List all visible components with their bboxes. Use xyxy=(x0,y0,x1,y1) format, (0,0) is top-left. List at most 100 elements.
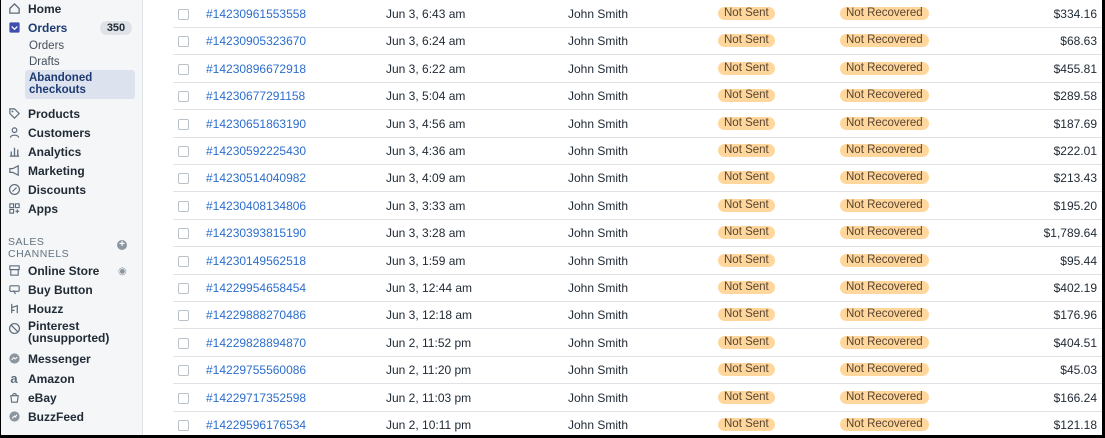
nav-orders[interactable]: Orders xyxy=(6,19,67,36)
row-checkbox[interactable] xyxy=(178,9,189,20)
recovery-status-badge: Not Recovered xyxy=(840,7,929,20)
email-status-badge: Not Sent xyxy=(718,61,775,75)
row-checkbox[interactable] xyxy=(178,146,189,157)
checkout-total: $121.18 xyxy=(1053,418,1097,432)
recovery-status-badge: Not Recovered xyxy=(840,335,929,349)
checkout-id-link[interactable]: #14230393815190 xyxy=(206,226,306,240)
table-row[interactable]: #14229888270486 Jun 3, 12:18 am John Smith… xyxy=(173,301,1102,330)
customer-name: John Smith xyxy=(568,171,629,186)
recovery-status-badge: Not Recovered xyxy=(840,198,929,212)
channel-ebay[interactable]: eBay xyxy=(6,389,57,406)
channel-buy-button[interactable]: Buy Button xyxy=(6,281,93,298)
checkout-total: $195.20 xyxy=(1053,198,1097,213)
customer-name: John Smith xyxy=(568,61,629,76)
table-row[interactable]: #14229755560086 Jun 2, 11:20 pm John Smith… xyxy=(173,356,1102,385)
channel-label: eBay xyxy=(28,390,57,405)
checkout-id-link[interactable]: #14230592225430 xyxy=(206,144,306,158)
row-checkbox[interactable] xyxy=(178,420,189,431)
checkout-id-link[interactable]: #14230677291158 xyxy=(206,89,305,103)
row-checkbox[interactable] xyxy=(178,118,189,130)
checkout-id-link[interactable]: #14230408134806 xyxy=(206,199,306,213)
checkout-id-link[interactable]: #14230905323670 xyxy=(206,34,306,48)
nav-discounts-label: Discounts xyxy=(28,182,87,197)
table-row[interactable]: #14230592225430 Jun 3, 4:36 am John Smith N… xyxy=(173,137,1102,165)
row-checkbox[interactable] xyxy=(178,283,189,294)
nav-apps[interactable]: Apps xyxy=(6,200,58,217)
nav-customers[interactable]: Customers xyxy=(6,124,91,141)
checkout-id-link[interactable]: #14230651863190 xyxy=(206,117,306,131)
messenger-icon xyxy=(6,351,22,367)
table-row[interactable]: #14230961553558 Jun 3, 6:43 am John Smith N… xyxy=(173,0,1102,28)
email-status-badge: Not Sent xyxy=(718,281,775,294)
checkout-id-link[interactable]: #14229596176534 xyxy=(206,418,306,432)
table-row[interactable]: #14229828894870 Jun 2, 11:52 pm John Smith… xyxy=(173,329,1102,357)
table-row[interactable]: #14230393815190 Jun 3, 3:28 am John Smith N… xyxy=(173,219,1102,248)
row-checkbox[interactable] xyxy=(178,337,189,349)
table-row[interactable]: #14230651863190 Jun 3, 4:56 am John Smith N… xyxy=(173,110,1102,138)
customer-name: John Smith xyxy=(568,335,629,350)
email-status-badge: Not Sent xyxy=(718,34,775,48)
nav-home[interactable]: Home xyxy=(6,0,61,17)
email-status-badge: Not Sent xyxy=(718,116,775,130)
row-checkbox[interactable] xyxy=(178,200,189,212)
checkout-date: Jun 3, 4:56 am xyxy=(386,116,466,131)
recovery-status-badge: Not Recovered xyxy=(840,116,929,130)
customer-name: John Smith xyxy=(568,34,629,49)
checkout-date: Jun 3, 12:44 am xyxy=(386,281,473,295)
row-checkbox[interactable] xyxy=(178,255,189,267)
row-checkbox[interactable] xyxy=(178,228,189,240)
eye-icon[interactable]: ◉ xyxy=(118,266,127,277)
checkout-id-link[interactable]: #14230149562518 xyxy=(206,254,306,268)
checkout-id-link[interactable]: #14230514040982 xyxy=(206,171,306,185)
channel-houzz[interactable]: Houzz xyxy=(6,300,63,317)
checkout-id-link[interactable]: #14229888270486 xyxy=(206,308,306,322)
checkout-total: $95.44 xyxy=(1060,253,1097,268)
subnav-orders[interactable]: Orders xyxy=(29,40,64,52)
table-row[interactable]: #14230896672918 Jun 3, 6:22 am John Smith N… xyxy=(173,55,1102,83)
table-row[interactable]: #14229717352598 Jun 2, 11:03 pm John Smith… xyxy=(173,384,1102,412)
checkout-id-link[interactable]: #14230896672918 xyxy=(206,62,306,76)
buy-button-icon xyxy=(6,282,22,298)
nav-analytics[interactable]: Analytics xyxy=(6,143,81,160)
row-checkbox[interactable] xyxy=(178,63,189,75)
checkout-date: Jun 3, 6:43 am xyxy=(386,7,466,21)
table-row[interactable]: #14230677291158 Jun 3, 5:04 am John Smith N… xyxy=(173,82,1102,111)
row-checkbox[interactable] xyxy=(178,310,189,322)
row-checkbox[interactable] xyxy=(178,365,189,377)
checkout-id-link[interactable]: #14229828894870 xyxy=(206,336,306,350)
table-row[interactable]: #14229954658454 Jun 3, 12:44 am John Smith… xyxy=(173,274,1102,302)
table-row[interactable]: #14230514040982 Jun 3, 4:09 am John Smith N… xyxy=(173,164,1102,193)
customer-name: John Smith xyxy=(568,226,629,241)
row-checkbox[interactable] xyxy=(178,392,189,404)
sidebar: Home Orders 350 Orders Drafts Abandoned … xyxy=(1,0,143,435)
table-row[interactable]: #14230149562518 Jun 3, 1:59 am John Smith N… xyxy=(173,247,1102,275)
channel-label: Buy Button xyxy=(28,282,93,297)
email-status-badge: Not Sent xyxy=(718,308,775,322)
table-row[interactable]: #14230408134806 Jun 3, 3:33 am John Smith N… xyxy=(173,192,1102,220)
table-row[interactable]: #14230905323670 Jun 3, 6:24 am John Smith N… xyxy=(173,27,1102,56)
row-checkbox[interactable] xyxy=(178,36,189,48)
tag-icon xyxy=(6,106,22,122)
nav-marketing[interactable]: Marketing xyxy=(6,162,85,179)
row-checkbox[interactable] xyxy=(178,173,189,185)
checkout-id-link[interactable]: #14230961553558 xyxy=(206,7,306,21)
email-status-badge: Not Sent xyxy=(718,363,775,377)
checkout-date: Jun 3, 4:09 am xyxy=(386,171,466,186)
channel-amazon[interactable]: a Amazon xyxy=(6,370,74,387)
sales-channels-heading: SALES CHANNELS xyxy=(8,236,69,260)
row-checkbox[interactable] xyxy=(178,91,189,103)
checkout-date: Jun 3, 12:18 am xyxy=(386,308,473,323)
checkout-id-link[interactable]: #14229755560086 xyxy=(206,363,306,377)
channel-buzzfeed[interactable]: BuzzFeed xyxy=(6,408,84,425)
checkout-id-link[interactable]: #14229717352598 xyxy=(206,391,306,405)
nav-products[interactable]: Products xyxy=(6,105,80,122)
checkout-id-link[interactable]: #14229954658454 xyxy=(206,281,306,295)
nav-discounts[interactable]: Discounts xyxy=(6,181,86,198)
checkout-total: $1,789.64 xyxy=(1043,226,1097,241)
channel-online-store[interactable]: Online Store xyxy=(6,262,99,279)
subnav-drafts[interactable]: Drafts xyxy=(29,56,60,68)
add-channel-icon[interactable]: + xyxy=(117,240,127,250)
channel-pinterest[interactable]: Pinterest (unsupported) xyxy=(6,320,109,348)
channel-messenger[interactable]: Messenger xyxy=(6,350,91,367)
table-row[interactable]: #14229596176534 Jun 2, 10:11 pm John Smith… xyxy=(173,411,1102,435)
